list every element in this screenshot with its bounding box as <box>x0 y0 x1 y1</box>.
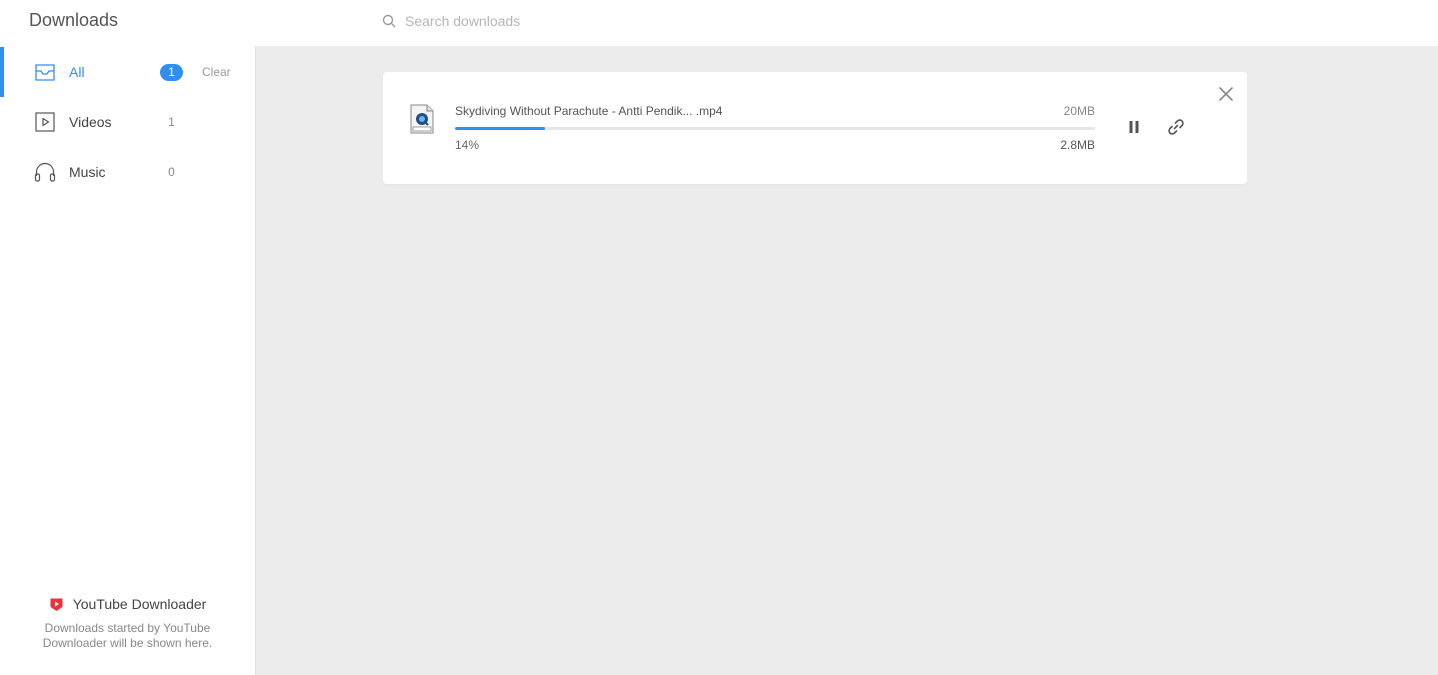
search-icon <box>382 14 396 28</box>
pause-button[interactable] <box>1124 117 1144 137</box>
file-name[interactable]: Skydiving Without Parachute - Antti Pend… <box>455 104 722 118</box>
search-bar[interactable] <box>382 10 882 32</box>
count-label: 1 <box>168 115 175 129</box>
page-title: Downloads <box>29 10 119 30</box>
progress-fill <box>455 127 545 130</box>
progress-bar <box>455 127 1095 130</box>
pause-icon <box>1129 121 1139 133</box>
count-badge: 1 <box>160 63 183 81</box>
sidebar-item-label: Music <box>69 164 106 180</box>
sidebar-item-label: All <box>69 64 85 80</box>
link-icon <box>1168 119 1184 135</box>
download-item: Skydiving Without Parachute - Antti Pend… <box>383 72 1247 184</box>
mpeg-file-icon <box>410 104 434 134</box>
progress-percent: 14% <box>455 138 480 152</box>
sidebar: All 1 Clear Videos 1 Music 0 YouTube Dow… <box>0 46 256 675</box>
sidebar-item-music[interactable]: Music 0 <box>0 147 255 197</box>
count-label: 0 <box>168 165 175 179</box>
header: Downloads <box>0 0 1438 46</box>
clear-button[interactable]: Clear <box>202 65 231 79</box>
close-button[interactable] <box>1216 84 1236 104</box>
headphones-icon <box>33 160 57 184</box>
sidebar-item-all[interactable]: All 1 Clear <box>0 47 255 97</box>
downloaded-size: 2.8MB <box>1060 138 1095 152</box>
search-input[interactable] <box>405 13 805 29</box>
youtube-icon <box>49 597 64 612</box>
close-icon <box>1219 87 1233 101</box>
promo-description: Downloads started by YouTube Downloader … <box>42 621 213 650</box>
downloads-app: Downloads All 1 Clear <box>0 0 1438 675</box>
promo-title-label: YouTube Downloader <box>72 596 207 612</box>
promo-title[interactable]: YouTube Downloader <box>0 596 255 612</box>
sidebar-item-label: Videos <box>69 114 112 130</box>
inbox-icon <box>33 60 57 84</box>
copy-link-button[interactable] <box>1166 117 1186 137</box>
downloads-list: Skydiving Without Parachute - Antti Pend… <box>256 46 1438 675</box>
video-icon <box>33 110 57 134</box>
youtube-downloader-promo: YouTube Downloader Downloads started by … <box>0 596 255 651</box>
file-size: 20MB <box>1063 104 1095 118</box>
sidebar-item-videos[interactable]: Videos 1 <box>0 97 255 147</box>
